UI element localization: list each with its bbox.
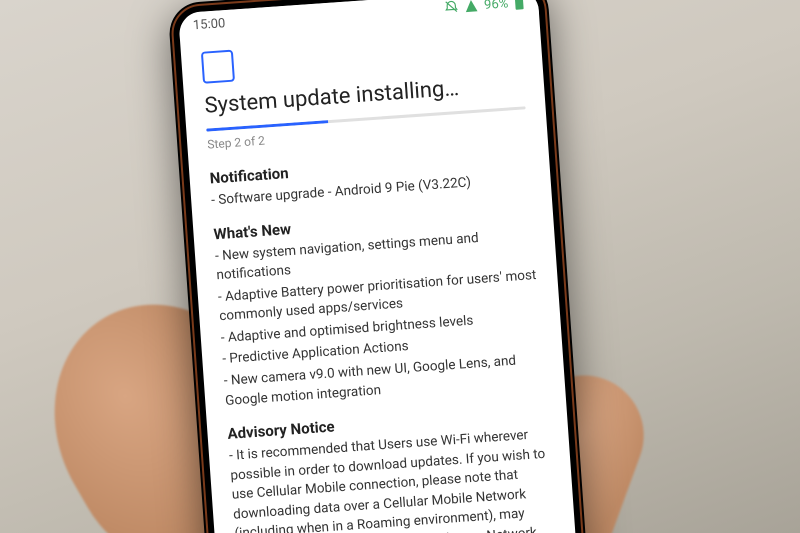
step-label: Step 2 of 2 (207, 115, 527, 151)
battery-percent: 96% (484, 0, 509, 12)
phone-screen: 15:00 96% System update installing… Step… (178, 0, 582, 533)
whatsnew-body: - New system navigation, settings menu a… (214, 225, 545, 411)
phone-frame: NOKIA 15:00 96% System update installing… (167, 0, 592, 533)
update-content: System update installing… Step 2 of 2 No… (180, 14, 578, 533)
signal-icon (464, 0, 479, 13)
advisory-body: - It is recommended that Users use Wi-Fi… (228, 425, 557, 533)
dnd-icon (444, 0, 459, 15)
photo-background: NOKIA 15:00 96% System update installing… (0, 0, 800, 533)
system-update-icon (201, 50, 235, 84)
status-right: 96% (444, 0, 525, 16)
battery-icon (514, 0, 525, 11)
list-item: - It is recommended that Users use Wi-Fi… (228, 425, 557, 533)
clock: 15:00 (192, 16, 225, 33)
